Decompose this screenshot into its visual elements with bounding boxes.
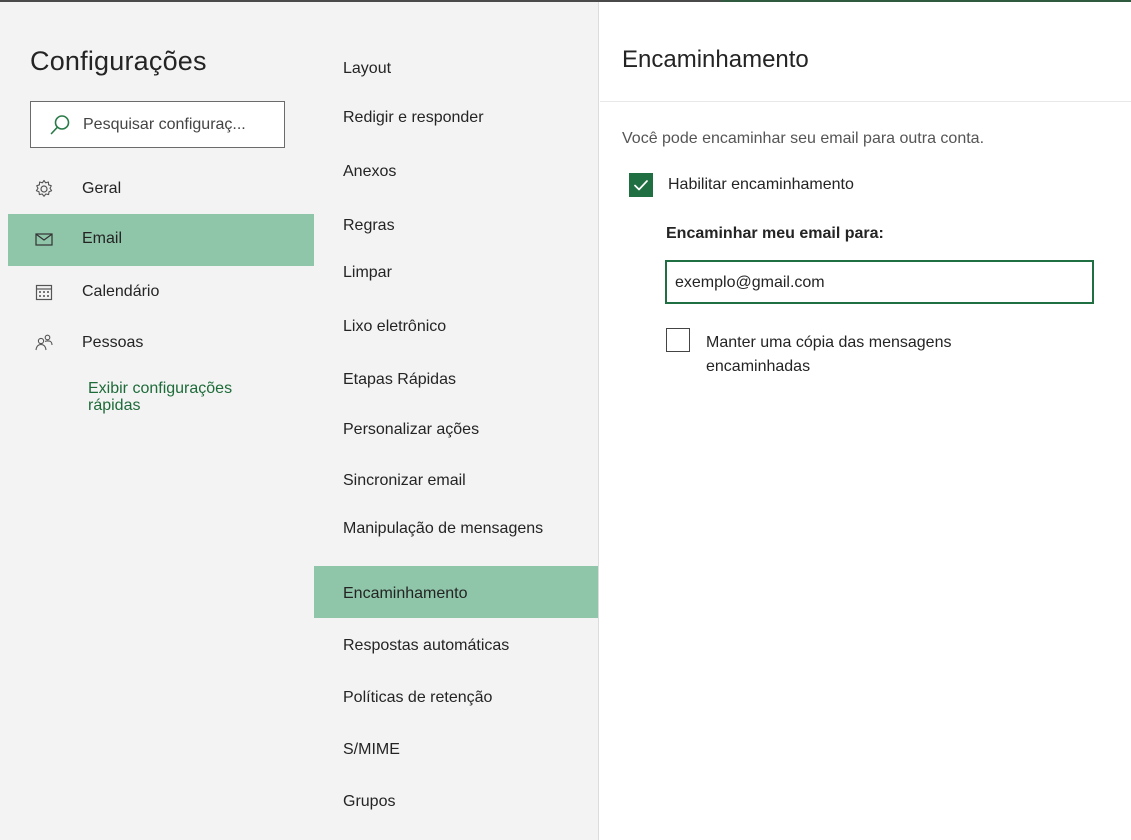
subnav-item-redigir-e-responder[interactable]: Redigir e responder <box>314 94 598 146</box>
subnav-item-label: Encaminhamento <box>343 585 468 602</box>
calendar-icon <box>34 282 54 302</box>
sidebar-item-email[interactable]: Email <box>8 214 314 266</box>
panel-description: Você pode encaminhar seu email para outr… <box>622 130 985 147</box>
subnav-item-grupos[interactable]: Grupos <box>314 774 598 826</box>
subnav-item-label: Respostas automáticas <box>343 637 510 654</box>
subnav-item-label: S/MIME <box>343 741 400 758</box>
settings-title: Configurações <box>30 46 207 76</box>
settings-search-input[interactable] <box>83 112 279 138</box>
subnav-item-anexos[interactable]: Anexos <box>314 146 598 198</box>
sidebar-item-label: Geral <box>82 180 122 197</box>
people-icon <box>34 333 54 353</box>
subnav-item-label: Redigir e responder <box>343 109 484 126</box>
subnav-item-label: Personalizar ações <box>343 421 480 438</box>
subnav-item-label: Layout <box>343 60 392 77</box>
subnav-item-label: Lixo eletrônico <box>343 318 447 335</box>
sidebar-item-pessoas[interactable]: Pessoas <box>8 318 314 370</box>
forward-to-label: Encaminhar meu email para: <box>666 225 884 242</box>
subnav-item-layout[interactable]: Layout <box>314 42 598 94</box>
subnav-item-encaminhamento[interactable]: Encaminhamento <box>314 566 598 618</box>
subnav-item-label: Sincronizar email <box>343 472 466 489</box>
sidebar-item-label: Pessoas <box>82 334 144 351</box>
subnav-item-label: Grupos <box>343 793 396 810</box>
enable-forwarding-label: Habilitar encaminhamento <box>668 176 854 193</box>
subnav-item-sincronizar-email[interactable]: Sincronizar email <box>314 458 598 510</box>
forward-to-field[interactable] <box>665 260 1094 304</box>
subnav-item-smime[interactable]: S/MIME <box>314 722 598 774</box>
subnav-item-limpar[interactable]: Limpar <box>314 250 598 302</box>
settings-sidebar: Configurações Geral Email Calendário Pes… <box>0 2 314 840</box>
sidebar-item-label: Email <box>82 230 123 247</box>
subnav-item-label: Etapas Rápidas <box>343 371 456 388</box>
sidebar-item-label: Calendário <box>82 283 160 300</box>
search-icon <box>49 114 71 136</box>
panel-title: Encaminhamento <box>622 46 809 73</box>
subnav-item-label: Anexos <box>343 163 397 180</box>
keep-copy-label: Manter uma cópia das mensagens encaminha… <box>706 334 952 375</box>
forwarding-panel: Encaminhamento Você pode encaminhar seu … <box>600 2 1131 840</box>
sidebar-item-geral[interactable]: Geral <box>8 164 314 216</box>
subnav-item-personalizar-acoes[interactable]: Personalizar ações <box>314 406 598 458</box>
sidebar-item-calendario[interactable]: Calendário <box>8 267 314 319</box>
mail-icon <box>34 229 54 249</box>
keep-copy-checkbox[interactable] <box>666 328 690 352</box>
subnav-item-label: Políticas de retenção <box>343 689 493 706</box>
email-settings-subnav: Layout Redigir e responder Anexos Regras… <box>314 2 599 840</box>
settings-search-box[interactable] <box>30 101 285 148</box>
checkmark-icon <box>634 180 648 191</box>
subnav-item-regras[interactable]: Regras <box>314 198 598 250</box>
subnav-item-label: Limpar <box>343 264 392 281</box>
subnav-item-label: Regras <box>343 217 395 234</box>
subnav-item-label: Manipulação de mensagens <box>343 520 544 537</box>
subnav-item-politicas-de-retencao[interactable]: Políticas de retenção <box>314 670 598 722</box>
subnav-item-etapas-rapidas[interactable]: Etapas Rápidas <box>314 354 598 406</box>
quick-settings-link[interactable]: Exibir configurações rápidas <box>88 380 288 414</box>
subnav-item-lixo-eletronico[interactable]: Lixo eletrônico <box>314 302 598 354</box>
enable-forwarding-checkbox[interactable] <box>629 173 653 197</box>
subnav-item-respostas-automaticas[interactable]: Respostas automáticas <box>314 618 598 670</box>
forward-to-input[interactable] <box>675 270 1080 296</box>
subnav-item-manipulacao-de-mensagens[interactable]: Manipulação de mensagens <box>314 510 598 562</box>
panel-divider <box>600 101 1131 102</box>
gear-icon <box>34 179 54 199</box>
